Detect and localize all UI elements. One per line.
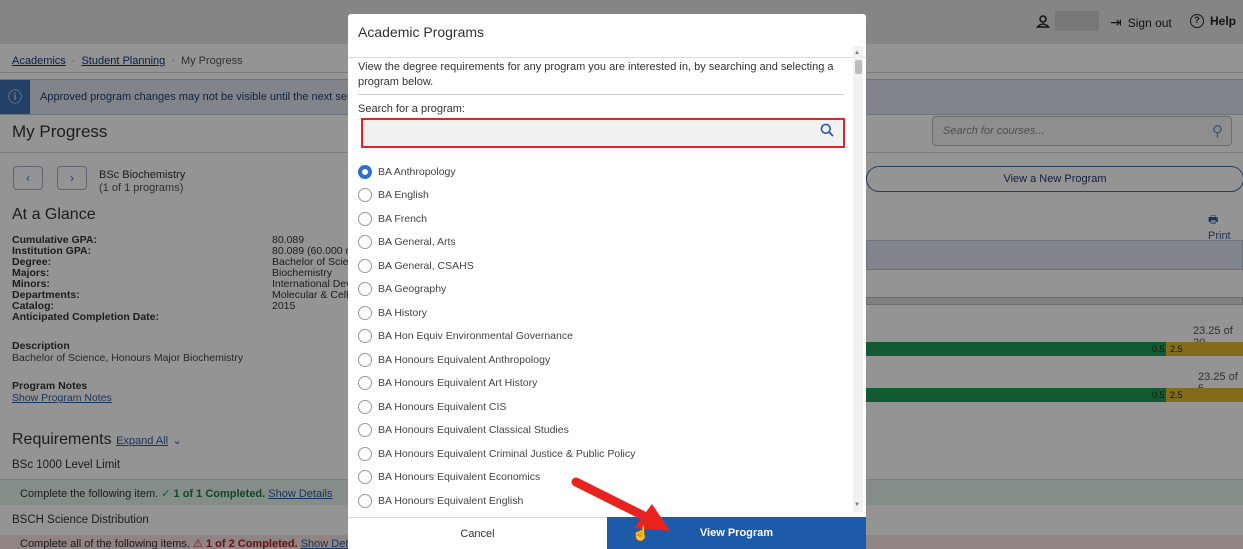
hand-cursor-icon: ☝ <box>632 525 650 541</box>
program-option[interactable]: BA Anthropology <box>358 160 838 184</box>
program-option-label: BA Honours Equivalent English <box>378 494 524 507</box>
search-program-label: Search for a program: <box>358 103 465 115</box>
radio-button[interactable] <box>358 329 372 344</box>
program-option-label: BA Honours Equivalent Art History <box>378 377 538 390</box>
program-options-list: BA Anthropology BA English BA French BA Gen… <box>358 160 838 513</box>
annotation-arrow-icon <box>571 477 670 531</box>
program-option-label: BA History <box>378 306 428 319</box>
program-option[interactable]: BA French <box>358 207 838 231</box>
program-option-label: BA Honours Equivalent Anthropology <box>378 353 551 366</box>
program-option[interactable]: BA Honours Equivalent Art History <box>358 372 838 396</box>
radio-button[interactable] <box>358 282 372 297</box>
program-option[interactable]: BA Geography <box>358 278 838 302</box>
program-option[interactable]: BA General, CSAHS <box>358 254 838 278</box>
program-option-label: BA Honours Equivalent Economics <box>378 471 541 484</box>
program-option-label: BA Hon Equiv Environmental Governance <box>378 330 573 343</box>
program-option-label: BA Honours Equivalent CIS <box>378 400 507 413</box>
program-option-label: BA Honours Equivalent Criminal Justice &… <box>378 447 636 460</box>
scroll-down-arrow-icon[interactable]: ▼ <box>854 502 860 508</box>
program-option[interactable]: BA History <box>358 301 838 325</box>
radio-button[interactable] <box>358 164 372 179</box>
radio-button[interactable] <box>358 258 372 273</box>
dialog-title: Academic Programs <box>358 24 485 40</box>
radio-button[interactable] <box>358 211 372 226</box>
program-option[interactable]: BA Honours Equivalent CIS <box>358 395 838 419</box>
program-option-label: BA Geography <box>378 283 447 296</box>
radio-button[interactable] <box>358 352 372 367</box>
radio-button[interactable] <box>358 446 372 461</box>
program-option-label: BA General, CSAHS <box>378 259 474 272</box>
program-option-label: BA Honours Equivalent Classical Studies <box>378 424 569 437</box>
program-option[interactable]: BA Honours Equivalent Classical Studies <box>358 419 838 443</box>
radio-button[interactable] <box>358 399 372 414</box>
academic-programs-dialog: Academic Programs View the degree requir… <box>348 14 866 549</box>
scrollbar-thumb[interactable] <box>855 60 862 74</box>
program-option[interactable]: BA General, Arts <box>358 231 838 255</box>
program-search-input[interactable] <box>361 118 845 148</box>
radio-button[interactable] <box>358 423 372 438</box>
radio-button[interactable] <box>358 235 372 250</box>
divider <box>348 57 866 58</box>
divider <box>358 94 844 95</box>
dialog-description: View the degree requirements for any pro… <box>358 61 834 88</box>
scrollbar[interactable] <box>853 46 863 512</box>
program-option-label: BA French <box>378 212 428 225</box>
program-option[interactable]: BA English <box>358 184 838 208</box>
cancel-button[interactable]: Cancel <box>348 517 607 549</box>
radio-button[interactable] <box>358 470 372 485</box>
program-option[interactable]: BA Honours Equivalent Criminal Justice &… <box>358 442 838 466</box>
program-option-label: BA English <box>378 189 429 202</box>
program-option[interactable]: BA Honours Equivalent Anthropology <box>358 348 838 372</box>
scroll-up-arrow-icon[interactable]: ▲ <box>854 50 860 56</box>
radio-button[interactable] <box>358 305 372 320</box>
radio-button[interactable] <box>358 493 372 508</box>
program-option-label: BA General, Arts <box>378 236 456 249</box>
radio-button[interactable] <box>358 188 372 203</box>
program-option[interactable]: BA Hon Equiv Environmental Governance <box>358 325 838 349</box>
search-icon[interactable] <box>820 123 834 142</box>
program-option-label: BA Anthropology <box>378 165 456 178</box>
radio-button[interactable] <box>358 376 372 391</box>
